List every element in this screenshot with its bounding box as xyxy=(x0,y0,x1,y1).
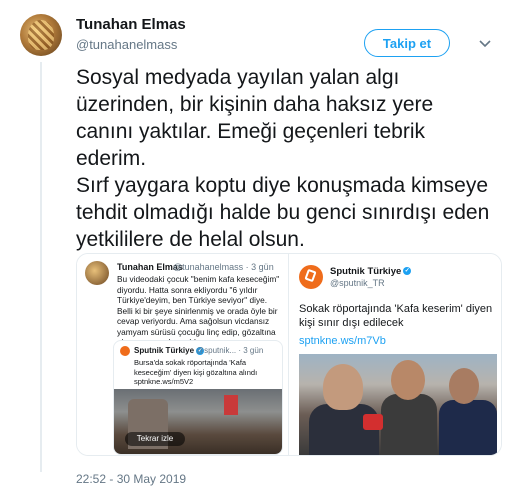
tweet-text: Sosyal medyada yayılan yalan algı üzerin… xyxy=(76,64,496,253)
follow-button[interactable]: Takip et xyxy=(364,29,450,57)
quoted-text: Bu videodaki çocuk "benim kafa keseceğim… xyxy=(117,274,280,347)
avatar[interactable] xyxy=(20,14,62,56)
inner-author-name-text: Sputnik Türkiye xyxy=(134,346,195,355)
tweet-text-paragraph-1: Sosyal medyada yayılan yalan algı üzerin… xyxy=(76,66,434,170)
inner-text: Bursa'da sokak röportajında 'Kafa kesece… xyxy=(134,358,258,386)
thread-line xyxy=(40,62,42,472)
card-text: Sokak röportajında 'Kafa keserim' diyen … xyxy=(299,303,493,329)
verified-icon: ✓ xyxy=(403,267,412,276)
replay-label: Tekrar izle xyxy=(125,432,185,446)
sputnik-logo-icon xyxy=(299,265,323,289)
card-author-name: Sputnik Türkiye ✓ xyxy=(330,266,412,277)
quoted-author-handle: @tunahanelmass · 3 gün xyxy=(173,262,274,272)
author-handle[interactable]: @tunahanelmass xyxy=(76,37,177,52)
timestamp[interactable]: 22:52 - 30 May 2019 xyxy=(76,472,186,486)
retweet-card-image[interactable]: Sputnik Türkiye ✓ @sputnik_TR Sokak röpor… xyxy=(289,254,501,455)
card-author-handle: @sputnik_TR xyxy=(330,278,385,288)
quoted-tweet-image[interactable]: Tunahan Elmas @tunahanelmass · 3 gün Bu … xyxy=(77,254,289,455)
card-author-name-text: Sputnik Türkiye xyxy=(330,266,402,277)
chevron-down-icon[interactable] xyxy=(478,36,492,50)
tweet-text-paragraph-2: Sırf yaygara koptu diye konuşmada kimsey… xyxy=(76,174,490,251)
quoted-avatar xyxy=(85,261,109,285)
microphone-icon xyxy=(363,414,383,430)
card-link: sptnkne.ws/m7Vb xyxy=(299,335,386,347)
news-photo xyxy=(299,354,497,455)
sputnik-logo-icon xyxy=(120,346,130,356)
inner-author-name: Sputnik Türkiye ✓ xyxy=(134,346,205,355)
media-grid: Tunahan Elmas @tunahanelmass · 3 gün Bu … xyxy=(76,253,502,456)
author-name[interactable]: Tunahan Elmas xyxy=(76,16,186,33)
inner-author-handle: @sputnik... · 3 gün xyxy=(196,346,264,355)
